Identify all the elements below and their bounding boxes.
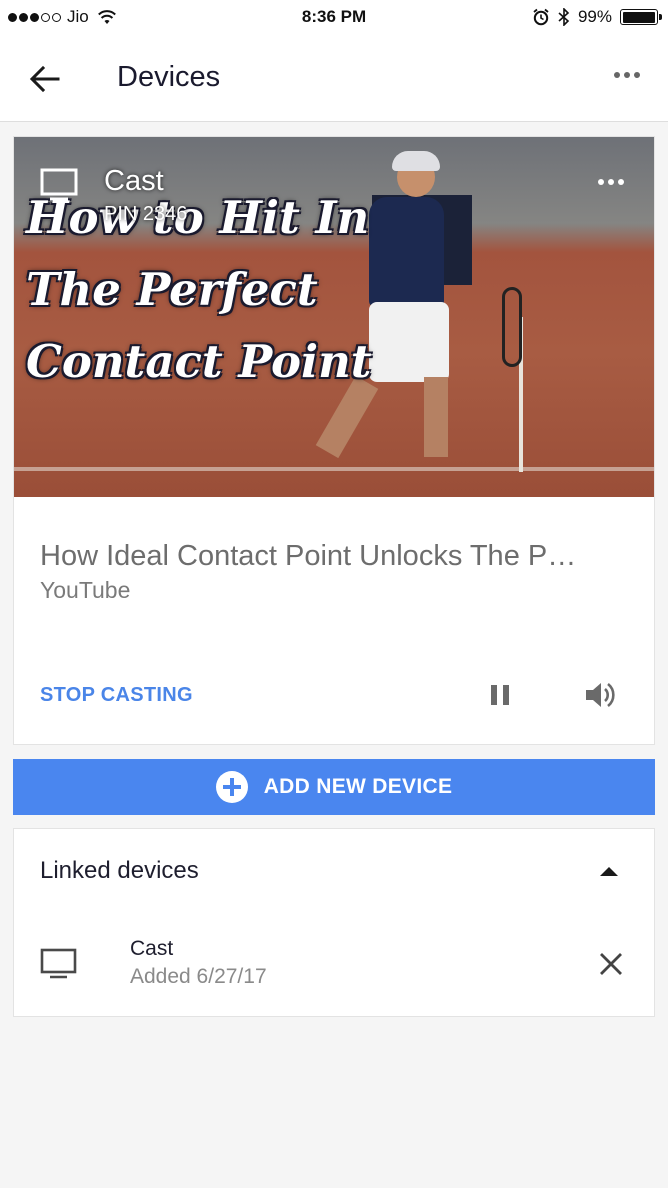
status-right: 99% [532, 7, 662, 27]
app-bar: Devices [0, 36, 668, 122]
player-figure [369, 302, 449, 382]
now-playing-card: How to Hit In The Perfect Contact Point … [13, 136, 655, 745]
more-options-icon[interactable] [614, 72, 640, 78]
player-figure [392, 151, 440, 171]
add-new-device-label: ADD NEW DEVICE [263, 775, 453, 798]
status-bar: Jio 8:36 PM 99% [0, 0, 668, 36]
racket [502, 287, 522, 367]
player-figure [424, 377, 448, 457]
cast-device-name: Cast [104, 165, 164, 197]
bluetooth-icon [558, 8, 570, 26]
linked-devices-title: Linked devices [40, 857, 199, 884]
media-title: How Ideal Contact Point Unlocks The P… [40, 540, 577, 572]
court-line [14, 467, 654, 471]
player-figure [369, 197, 444, 307]
close-icon[interactable] [598, 951, 624, 977]
device-name: Cast [130, 937, 174, 960]
volume-icon[interactable] [584, 679, 618, 711]
plus-circle-icon [215, 771, 248, 803]
pause-icon[interactable] [488, 683, 512, 707]
more-options-icon[interactable] [598, 179, 624, 185]
page-title: Devices [117, 61, 221, 93]
battery-icon [620, 9, 662, 25]
media-source: YouTube [40, 577, 131, 603]
device-added-date: Added 6/27/17 [130, 965, 267, 988]
linked-devices-card: Linked devices Cast Added 6/27/17 [13, 828, 655, 1017]
video-thumbnail[interactable]: How to Hit In The Perfect Contact Point … [14, 137, 654, 497]
back-arrow-icon[interactable] [28, 62, 62, 96]
battery-level [622, 11, 656, 23]
list-item[interactable]: Cast Added 6/27/17 [14, 927, 654, 997]
chevron-up-icon[interactable] [600, 867, 618, 876]
tv-icon [40, 168, 78, 201]
cast-pin: PIN 2346 [104, 203, 188, 225]
alarm-icon [533, 8, 549, 26]
thumbnail-line: The Perfect [26, 263, 318, 316]
thumbnail-line: Contact Point [26, 335, 372, 388]
thumbnail-title-text: How to Hit In The Perfect Contact Point [26, 182, 372, 398]
battery-percent: 99% [577, 7, 612, 26]
add-new-device-button[interactable]: ADD NEW DEVICE [13, 759, 655, 815]
tv-icon [40, 948, 77, 979]
stop-casting-button[interactable]: STOP CASTING [40, 684, 193, 707]
